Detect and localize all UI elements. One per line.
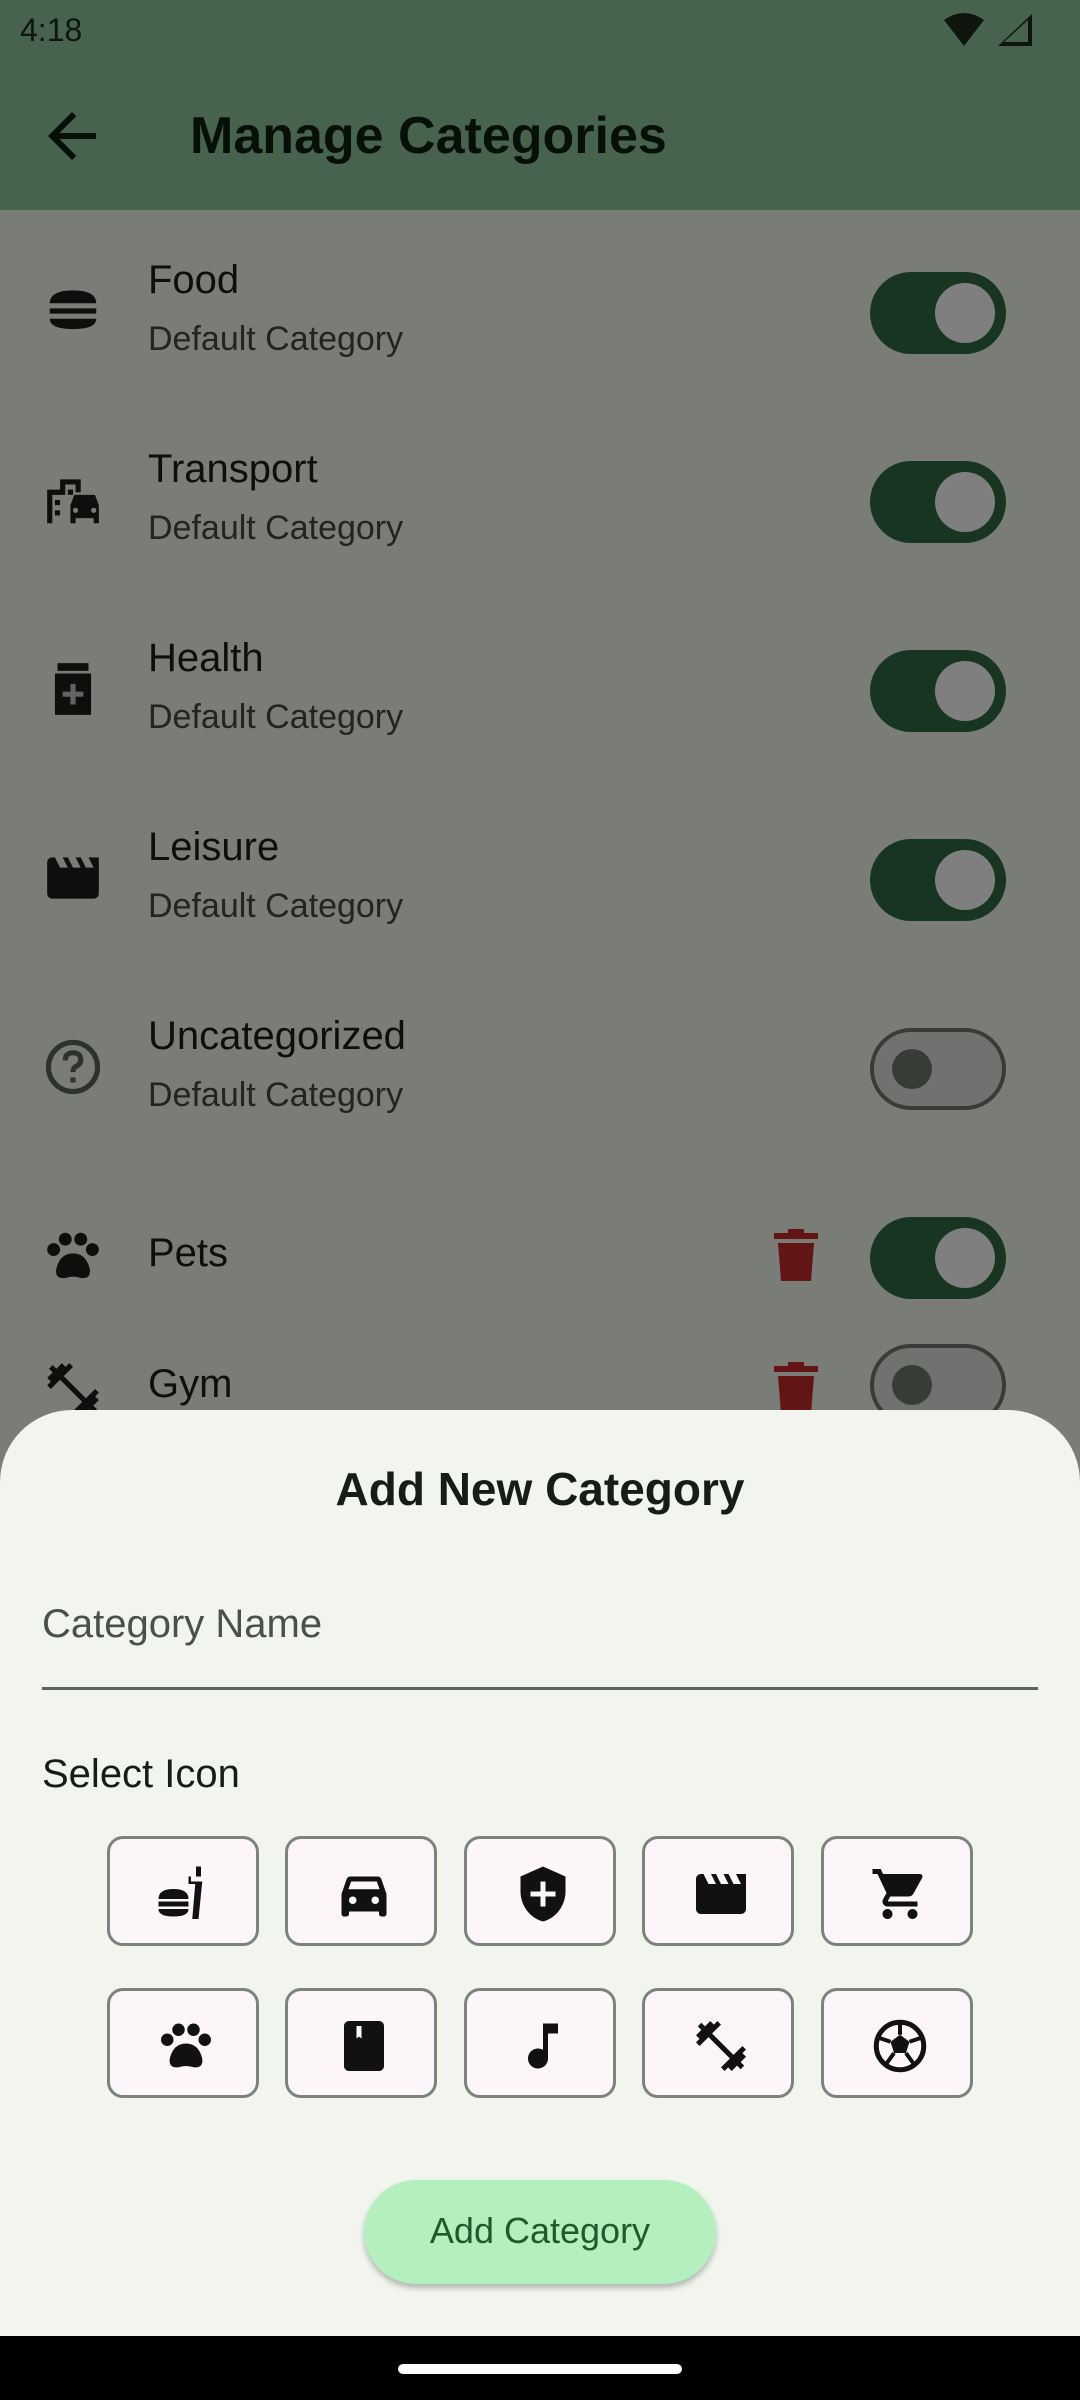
book-icon [344, 2021, 384, 2071]
soccer-ball-icon [873, 2019, 927, 2073]
health-shield-icon [520, 1866, 566, 1922]
fastfood-icon [158, 1866, 203, 1919]
icon-option-shopping-cart[interactable] [821, 1836, 973, 1946]
icon-option-fastfood[interactable] [107, 1836, 259, 1946]
pets-icon [161, 2023, 211, 2068]
car-icon [341, 1876, 387, 1917]
icon-option-music[interactable] [464, 1988, 616, 2098]
icon-option-sports[interactable] [821, 1988, 973, 2098]
category-name-field[interactable]: Category Name [42, 1580, 1038, 1690]
movie-icon [696, 1874, 746, 1914]
home-gesture-handle[interactable] [398, 2364, 682, 2374]
sheet-title: Add New Category [335, 1463, 745, 1515]
navigation-bar [0, 2336, 1080, 2400]
icon-option-fitness[interactable] [642, 1988, 794, 2098]
icon-option-car[interactable] [285, 1836, 437, 1946]
add-category-button-label: Add Category [429, 2210, 651, 2251]
add-category-button[interactable]: Add Category [364, 2180, 716, 2284]
screen: 4:18 Manage Categories Food Default Cate… [0, 0, 1080, 2400]
icon-option-pets[interactable] [107, 1988, 259, 2098]
add-category-sheet: Add New Category Category Name Select Ic… [0, 1410, 1080, 2336]
icon-option-movie[interactable] [642, 1836, 794, 1946]
select-icon-label: Select Icon [42, 1752, 240, 1796]
shopping-cart-icon [872, 1869, 923, 1919]
icon-option-book[interactable] [285, 1988, 437, 2098]
fitness-center-icon [696, 2021, 746, 2071]
music-note-icon [528, 2023, 558, 2069]
category-name-placeholder: Category Name [42, 1602, 323, 1646]
icon-option-health[interactable] [464, 1836, 616, 1946]
